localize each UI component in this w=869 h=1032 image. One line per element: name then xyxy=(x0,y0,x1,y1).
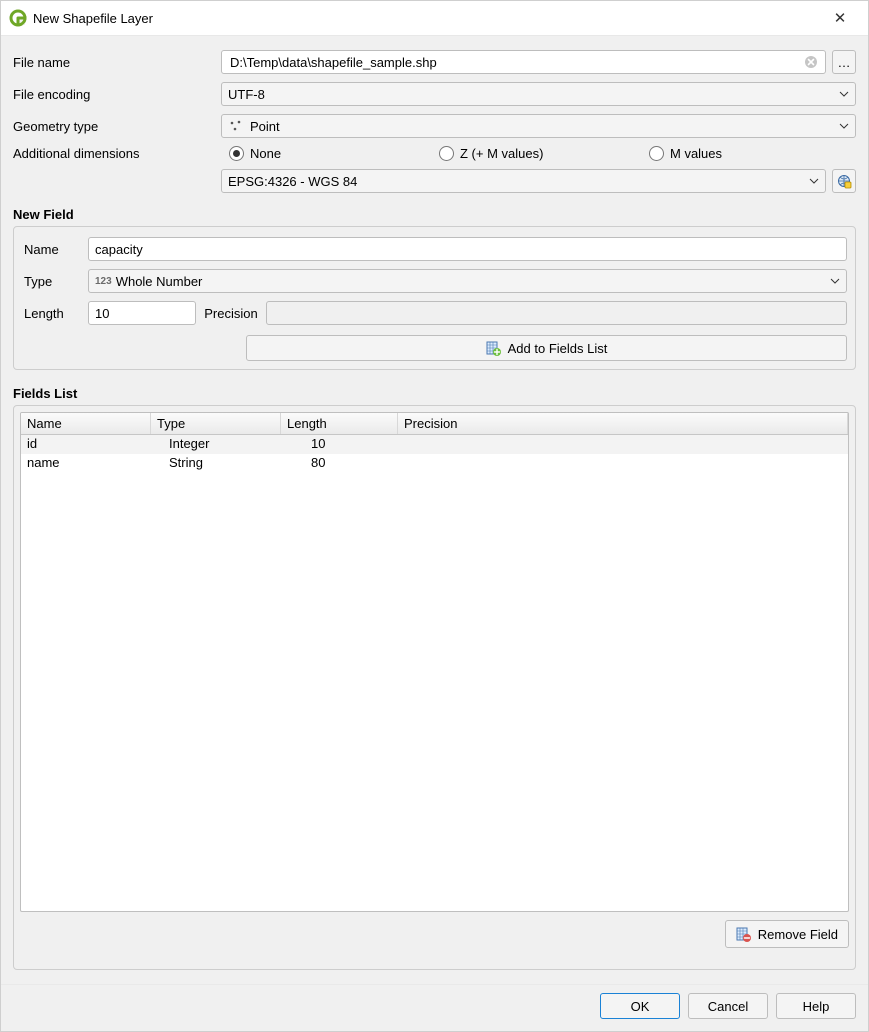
file-encoding-combo[interactable]: UTF-8 xyxy=(221,82,856,106)
radio-none-label: None xyxy=(250,146,281,161)
label-geometry-type: Geometry type xyxy=(13,119,221,134)
cell-length: 80 xyxy=(305,454,434,473)
field-precision-input xyxy=(266,301,847,325)
help-button[interactable]: Help xyxy=(776,993,856,1019)
groupbox-new-field: Name Type 123 Whole Number xyxy=(13,226,856,370)
add-to-fields-list-button[interactable]: Add to Fields List xyxy=(246,335,847,361)
close-icon[interactable]: ✕ xyxy=(820,9,860,27)
chevron-down-icon xyxy=(839,89,849,99)
field-type-text: Whole Number xyxy=(116,274,203,289)
geometry-type-text: Point xyxy=(250,119,280,134)
crs-select-button[interactable] xyxy=(832,169,856,193)
label-file-name: File name xyxy=(13,55,221,70)
cell-type: Integer xyxy=(163,435,305,454)
field-type-value: 123 Whole Number xyxy=(95,274,824,289)
chevron-down-icon xyxy=(830,276,840,286)
radio-z-label: Z (+ M values) xyxy=(460,146,543,161)
dialog-body: File name … File encoding xyxy=(1,36,868,984)
remove-field-label: Remove Field xyxy=(758,927,838,942)
dialog-window: New Shapefile Layer ✕ File name xyxy=(0,0,869,1032)
chevron-down-icon xyxy=(839,121,849,131)
section-new-field: New Field xyxy=(13,207,856,222)
table-row[interactable]: nameString80 xyxy=(21,454,848,473)
file-name-input[interactable] xyxy=(228,51,799,73)
crs-value: EPSG:4326 - WGS 84 xyxy=(228,174,803,189)
cell-length: 10 xyxy=(305,435,434,454)
clear-file-name-icon[interactable] xyxy=(799,55,823,69)
geometry-type-combo[interactable]: Point xyxy=(221,114,856,138)
table-row[interactable]: idInteger10 xyxy=(21,435,848,454)
cell-type: String xyxy=(163,454,305,473)
file-name-input-wrap xyxy=(221,50,826,74)
cell-precision xyxy=(434,454,848,473)
cell-precision xyxy=(434,435,848,454)
titlebar: New Shapefile Layer ✕ xyxy=(1,1,868,36)
label-field-name: Name xyxy=(24,242,88,257)
cell-name: name xyxy=(21,454,163,473)
radio-dot-icon xyxy=(229,146,244,161)
file-encoding-value: UTF-8 xyxy=(228,87,833,102)
dialog-title: New Shapefile Layer xyxy=(33,11,820,26)
label-field-type: Type xyxy=(24,274,88,289)
field-name-input[interactable] xyxy=(88,237,847,261)
app-icon xyxy=(9,9,27,27)
radio-none[interactable]: None xyxy=(229,146,439,161)
field-length-input[interactable] xyxy=(88,301,196,325)
radio-m[interactable]: M values xyxy=(649,146,722,161)
cell-name: id xyxy=(21,435,163,454)
crs-combo[interactable]: EPSG:4326 - WGS 84 xyxy=(221,169,826,193)
browse-button[interactable]: … xyxy=(832,50,856,74)
ok-label: OK xyxy=(631,999,650,1014)
help-label: Help xyxy=(803,999,830,1014)
fields-table[interactable]: Name Type Length Precision idInteger10na… xyxy=(20,412,849,912)
add-to-fields-list-label: Add to Fields List xyxy=(508,341,608,356)
fields-table-header: Name Type Length Precision xyxy=(21,413,848,435)
th-length[interactable]: Length xyxy=(281,413,398,434)
additional-dimensions-radio-group: None Z (+ M values) M values xyxy=(221,146,856,161)
field-type-prefix: 123 xyxy=(95,276,112,287)
geometry-type-value: Point xyxy=(228,118,833,134)
crs-globe-icon xyxy=(836,173,852,189)
label-additional-dimensions: Additional dimensions xyxy=(13,146,221,161)
field-type-combo[interactable]: 123 Whole Number xyxy=(88,269,847,293)
groupbox-fields-list: Name Type Length Precision idInteger10na… xyxy=(13,405,856,970)
remove-field-icon xyxy=(736,926,752,942)
label-file-encoding: File encoding xyxy=(13,87,221,102)
th-type[interactable]: Type xyxy=(151,413,281,434)
chevron-down-icon xyxy=(809,176,819,186)
remove-field-button[interactable]: Remove Field xyxy=(725,920,849,948)
cancel-label: Cancel xyxy=(708,999,748,1014)
radio-dot-icon xyxy=(439,146,454,161)
label-field-length: Length xyxy=(24,306,88,321)
th-name[interactable]: Name xyxy=(21,413,151,434)
cancel-button[interactable]: Cancel xyxy=(688,993,768,1019)
radio-m-label: M values xyxy=(670,146,722,161)
th-precision[interactable]: Precision xyxy=(398,413,848,434)
ok-button[interactable]: OK xyxy=(600,993,680,1019)
add-field-icon xyxy=(486,340,502,356)
radio-dot-icon xyxy=(649,146,664,161)
radio-z[interactable]: Z (+ M values) xyxy=(439,146,649,161)
point-icon xyxy=(228,118,244,134)
dialog-footer: OK Cancel Help xyxy=(1,984,868,1031)
browse-button-label: … xyxy=(838,55,851,70)
section-fields-list: Fields List xyxy=(13,386,856,401)
label-field-precision: Precision xyxy=(196,306,266,321)
fields-table-body: idInteger10nameString80 xyxy=(21,435,848,473)
